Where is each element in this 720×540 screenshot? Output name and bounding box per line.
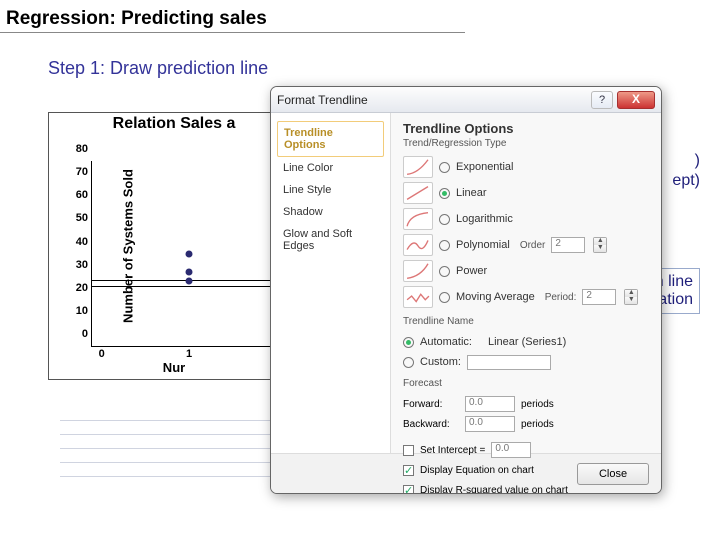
plot-area: 0 10 20 30 40 50 60 70 80 0 1: [91, 161, 286, 347]
radio[interactable]: [439, 240, 450, 251]
option-logarithmic[interactable]: Logarithmic: [403, 206, 649, 232]
option-label: Polynomial: [456, 239, 510, 251]
moving-average-icon: [403, 286, 433, 308]
name-automatic-row[interactable]: Automatic: Linear (Series1): [403, 332, 649, 352]
option-exponential[interactable]: Exponential: [403, 154, 649, 180]
forecast-backward-row: Backward: 0.0 periods: [403, 414, 649, 434]
ytick: 60: [76, 189, 92, 201]
name-custom-row[interactable]: Custom:: [403, 352, 649, 372]
forecast-unit: periods: [521, 399, 554, 410]
page-title: Regression: Predicting sales: [6, 8, 267, 30]
data-point: [186, 250, 193, 257]
close-x-button[interactable]: X: [617, 91, 655, 109]
linear-icon: [403, 182, 433, 204]
dialog-sidebar: Trendline Options Line Color Line Style …: [271, 113, 391, 453]
sidebar-item-line-color[interactable]: Line Color: [277, 157, 384, 179]
close-button[interactable]: Close: [577, 463, 649, 485]
option-polynomial[interactable]: Polynomial Order 2 ▲▼: [403, 232, 649, 258]
checkbox[interactable]: [403, 445, 414, 456]
option-linear[interactable]: Linear: [403, 180, 649, 206]
data-point: [186, 278, 193, 285]
exponential-icon: [403, 156, 433, 178]
radio[interactable]: [439, 266, 450, 277]
option-label: Exponential: [456, 161, 514, 173]
forecast-fwd-label: Forward:: [403, 399, 459, 410]
option-label: Linear: [456, 187, 487, 199]
logarithmic-icon: [403, 208, 433, 230]
forecast-forward-row: Forward: 0.0 periods: [403, 394, 649, 414]
data-point: [186, 269, 193, 276]
sidebar-item-glow[interactable]: Glow and Soft Edges: [277, 223, 384, 257]
display-equation-label: Display Equation on chart: [420, 465, 534, 476]
dialog-titlebar[interactable]: Format Trendline ? X: [271, 87, 661, 113]
ytick: 20: [76, 282, 92, 294]
radio[interactable]: [439, 162, 450, 173]
chart-xlabel: Nur: [163, 360, 185, 375]
period-field[interactable]: 2: [582, 289, 616, 305]
forecast-title: Forecast: [403, 378, 649, 389]
forecast-fwd-field[interactable]: 0.0: [465, 396, 515, 412]
option-label: Moving Average: [456, 291, 535, 303]
step-subtitle: Step 1: Draw prediction line: [48, 58, 268, 79]
radio[interactable]: [439, 188, 450, 199]
rule: [0, 32, 465, 33]
ytick: 30: [76, 259, 92, 271]
ytick: 0: [82, 328, 92, 340]
order-stepper[interactable]: ▲▼: [593, 237, 607, 253]
polynomial-icon: [403, 234, 433, 256]
trendline-bottom: [92, 286, 286, 287]
radio[interactable]: [403, 357, 414, 368]
chart-title: Relation Sales a: [74, 115, 274, 133]
obscured-text: ): [695, 152, 700, 170]
section-subtitle: Trend/Regression Type: [403, 138, 649, 149]
option-label: Logarithmic: [456, 213, 513, 225]
ytick: 80: [76, 143, 92, 155]
power-icon: [403, 260, 433, 282]
radio[interactable]: [403, 337, 414, 348]
period-stepper[interactable]: ▲▼: [624, 289, 638, 305]
period-label: Period:: [545, 292, 577, 303]
forecast-unit: periods: [521, 419, 554, 430]
ytick: 40: [76, 236, 92, 248]
checkbox[interactable]: [403, 485, 414, 495]
ytick: 10: [76, 305, 92, 317]
xtick: 0: [99, 346, 105, 360]
ytick: 50: [76, 212, 92, 224]
order-field[interactable]: 2: [551, 237, 585, 253]
radio[interactable]: [439, 292, 450, 303]
order-label: Order: [520, 240, 546, 251]
trendline-name-title: Trendline Name: [403, 316, 649, 327]
section-title: Trendline Options: [403, 121, 649, 136]
dialog-main: Trendline Options Trend/Regression Type …: [391, 113, 661, 453]
set-intercept-label: Set Intercept =: [420, 445, 485, 456]
forecast-bwd-field[interactable]: 0.0: [465, 416, 515, 432]
sidebar-item-trendline-options[interactable]: Trendline Options: [277, 121, 384, 157]
format-trendline-dialog: Format Trendline ? X Trendline Options L…: [270, 86, 662, 494]
obscured-text: ept): [672, 172, 700, 190]
xtick: 1: [186, 346, 192, 360]
chart: Relation Sales a Number of Systems Sold …: [48, 112, 300, 380]
name-custom-input[interactable]: [467, 355, 551, 370]
name-auto-label: Automatic:: [420, 336, 472, 348]
sidebar-item-line-style[interactable]: Line Style: [277, 179, 384, 201]
forecast-bwd-label: Backward:: [403, 419, 459, 430]
radio[interactable]: [439, 214, 450, 225]
set-intercept-row[interactable]: Set Intercept = 0.0: [403, 440, 649, 460]
sidebar-item-shadow[interactable]: Shadow: [277, 201, 384, 223]
option-label: Power: [456, 265, 487, 277]
intercept-field[interactable]: 0.0: [491, 442, 531, 458]
display-r2-label: Display R-squared value on chart: [420, 485, 568, 495]
name-auto-value: Linear (Series1): [488, 336, 566, 348]
checkbox[interactable]: [403, 465, 414, 476]
name-custom-label: Custom:: [420, 356, 461, 368]
ytick: 70: [76, 166, 92, 178]
option-power[interactable]: Power: [403, 258, 649, 284]
dialog-title: Format Trendline: [277, 93, 591, 107]
help-button[interactable]: ?: [591, 91, 613, 109]
option-moving-average[interactable]: Moving Average Period: 2 ▲▼: [403, 284, 649, 310]
